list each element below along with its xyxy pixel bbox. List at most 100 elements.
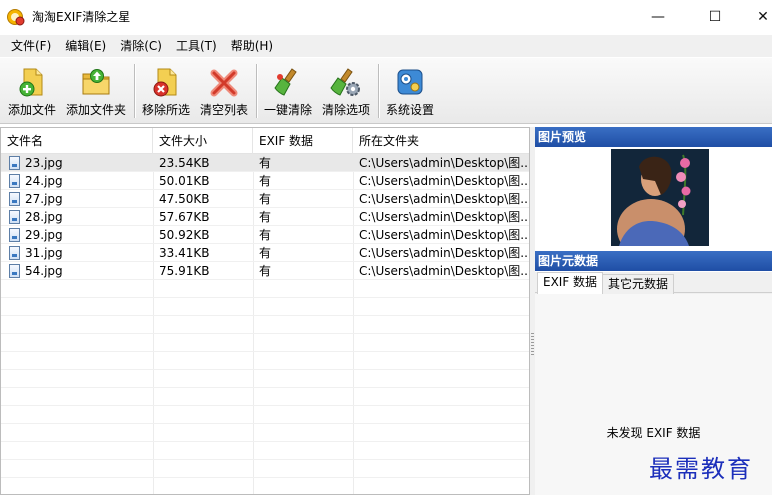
menu-tools[interactable]: 工具(T) xyxy=(169,36,224,56)
image-file-icon xyxy=(9,192,20,206)
empty-row xyxy=(1,460,529,478)
file-folder: C:\Users\admin\Desktop\图... xyxy=(359,156,527,170)
table-row[interactable]: 31.jpg 33.41KB 有 C:\Users\admin\Desktop\… xyxy=(1,244,529,262)
tab-exif-data[interactable]: EXIF 数据 xyxy=(537,272,604,294)
file-folder: C:\Users\admin\Desktop\图... xyxy=(359,210,527,224)
remove-selected-button[interactable]: 移除所选 xyxy=(140,62,192,120)
column-header-size[interactable]: 文件大小 xyxy=(153,128,253,154)
minimize-button[interactable]: — xyxy=(635,0,681,33)
preview-photo xyxy=(611,149,709,246)
column-header-folder[interactable]: 所在文件夹 xyxy=(353,128,529,154)
add-file-label: 添加文件 xyxy=(7,103,56,117)
add-file-icon xyxy=(16,66,48,98)
remove-selected-label: 移除所选 xyxy=(141,103,190,117)
file-list[interactable]: 文件名 文件大小 EXIF 数据 所在文件夹 23.jpg 23.54KB 有 … xyxy=(0,127,530,495)
exif-status: 有 xyxy=(259,192,272,206)
image-file-icon xyxy=(9,156,20,170)
menu-edit[interactable]: 编辑(E) xyxy=(58,36,113,56)
tab-other-metadata[interactable]: 其它元数据 xyxy=(602,274,675,294)
add-folder-button[interactable]: 添加文件夹 xyxy=(64,62,128,120)
exif-status: 有 xyxy=(259,246,272,260)
add-folder-label: 添加文件夹 xyxy=(65,103,126,117)
image-preview xyxy=(535,148,772,248)
metadata-tabs: EXIF 数据 其它元数据 xyxy=(535,272,772,294)
file-rows: 23.jpg 23.54KB 有 C:\Users\admin\Desktop\… xyxy=(1,154,529,478)
title-bar: 淘淘EXIF清除之星 — ☐ ✕ xyxy=(0,0,772,33)
toolbar: 添加文件 添加文件夹 移除所选 清空列表 一键清除 清除选项 系统设置 xyxy=(0,58,772,124)
file-size: 23.54KB xyxy=(159,156,210,170)
app-icon xyxy=(7,8,25,26)
file-name: 54.jpg xyxy=(25,264,63,278)
file-folder: C:\Users\admin\Desktop\图... xyxy=(359,246,527,260)
add-file-button[interactable]: 添加文件 xyxy=(6,62,58,120)
clear-list-label: 清空列表 xyxy=(199,103,248,117)
settings-icon xyxy=(394,66,426,98)
toolbar-separator xyxy=(378,64,379,118)
window-title: 淘淘EXIF清除之星 xyxy=(32,10,131,24)
clear-options-button[interactable]: 清除选项 xyxy=(320,62,372,120)
exif-status: 有 xyxy=(259,210,272,224)
empty-row xyxy=(1,406,529,424)
clear-list-icon xyxy=(208,66,240,98)
clear-list-button[interactable]: 清空列表 xyxy=(198,62,250,120)
image-file-icon xyxy=(9,174,20,188)
broom-gear-icon xyxy=(330,66,362,98)
toolbar-separator xyxy=(134,64,135,118)
empty-row xyxy=(1,280,529,298)
empty-row xyxy=(1,316,529,334)
file-size: 75.91KB xyxy=(159,264,210,278)
file-size: 33.41KB xyxy=(159,246,210,260)
settings-label: 系统设置 xyxy=(385,103,434,117)
file-name: 29.jpg xyxy=(25,228,63,242)
menu-help[interactable]: 帮助(H) xyxy=(224,36,280,56)
metadata-panel-title: 图片元数据 xyxy=(535,251,772,271)
file-name: 27.jpg xyxy=(25,192,63,206)
settings-button[interactable]: 系统设置 xyxy=(384,62,436,120)
table-row[interactable]: 23.jpg 23.54KB 有 C:\Users\admin\Desktop\… xyxy=(1,154,529,172)
empty-row xyxy=(1,370,529,388)
maximize-button[interactable]: ☐ xyxy=(692,0,738,33)
file-name: 31.jpg xyxy=(25,246,63,260)
menu-clear[interactable]: 清除(C) xyxy=(113,36,169,56)
close-button[interactable]: ✕ xyxy=(740,0,772,33)
column-header-filename[interactable]: 文件名 xyxy=(1,128,153,154)
no-exif-message: 未发现 EXIF 数据 xyxy=(606,426,701,440)
preview-panel-title: 图片预览 xyxy=(535,127,772,147)
file-name: 23.jpg xyxy=(25,156,63,170)
watermark-text: 最需教育 xyxy=(649,455,753,483)
image-file-icon xyxy=(9,246,20,260)
file-size: 47.50KB xyxy=(159,192,210,206)
file-size: 57.67KB xyxy=(159,210,210,224)
image-file-icon xyxy=(9,228,20,242)
menu-file[interactable]: 文件(F) xyxy=(4,36,58,56)
clear-options-label: 清除选项 xyxy=(321,103,370,117)
menu-bar: 文件(F) 编辑(E) 清除(C) 工具(T) 帮助(H) xyxy=(0,35,772,57)
file-folder: C:\Users\admin\Desktop\图... xyxy=(359,264,527,278)
exif-status: 有 xyxy=(259,174,272,188)
table-row[interactable]: 29.jpg 50.92KB 有 C:\Users\admin\Desktop\… xyxy=(1,226,529,244)
toolbar-separator xyxy=(256,64,257,118)
empty-row xyxy=(1,442,529,460)
table-row[interactable]: 27.jpg 47.50KB 有 C:\Users\admin\Desktop\… xyxy=(1,190,529,208)
table-row[interactable]: 28.jpg 57.67KB 有 C:\Users\admin\Desktop\… xyxy=(1,208,529,226)
empty-row xyxy=(1,388,529,406)
image-file-icon xyxy=(9,210,20,224)
image-file-icon xyxy=(9,264,20,278)
file-name: 28.jpg xyxy=(25,210,63,224)
file-folder: C:\Users\admin\Desktop\图... xyxy=(359,192,527,206)
file-size: 50.01KB xyxy=(159,174,210,188)
list-header: 文件名 文件大小 EXIF 数据 所在文件夹 xyxy=(1,128,529,154)
exif-status: 有 xyxy=(259,264,272,278)
empty-row xyxy=(1,334,529,352)
table-row[interactable]: 54.jpg 75.91KB 有 C:\Users\admin\Desktop\… xyxy=(1,262,529,280)
exif-status: 有 xyxy=(259,228,272,242)
file-name: 24.jpg xyxy=(25,174,63,188)
add-folder-icon xyxy=(80,66,112,98)
one-click-clear-label: 一键清除 xyxy=(263,103,312,117)
table-row[interactable]: 24.jpg 50.01KB 有 C:\Users\admin\Desktop\… xyxy=(1,172,529,190)
empty-row xyxy=(1,424,529,442)
splitter-grip[interactable] xyxy=(531,333,534,357)
broom-icon xyxy=(272,66,304,98)
column-header-exif[interactable]: EXIF 数据 xyxy=(253,128,353,154)
one-click-clear-button[interactable]: 一键清除 xyxy=(262,62,314,120)
